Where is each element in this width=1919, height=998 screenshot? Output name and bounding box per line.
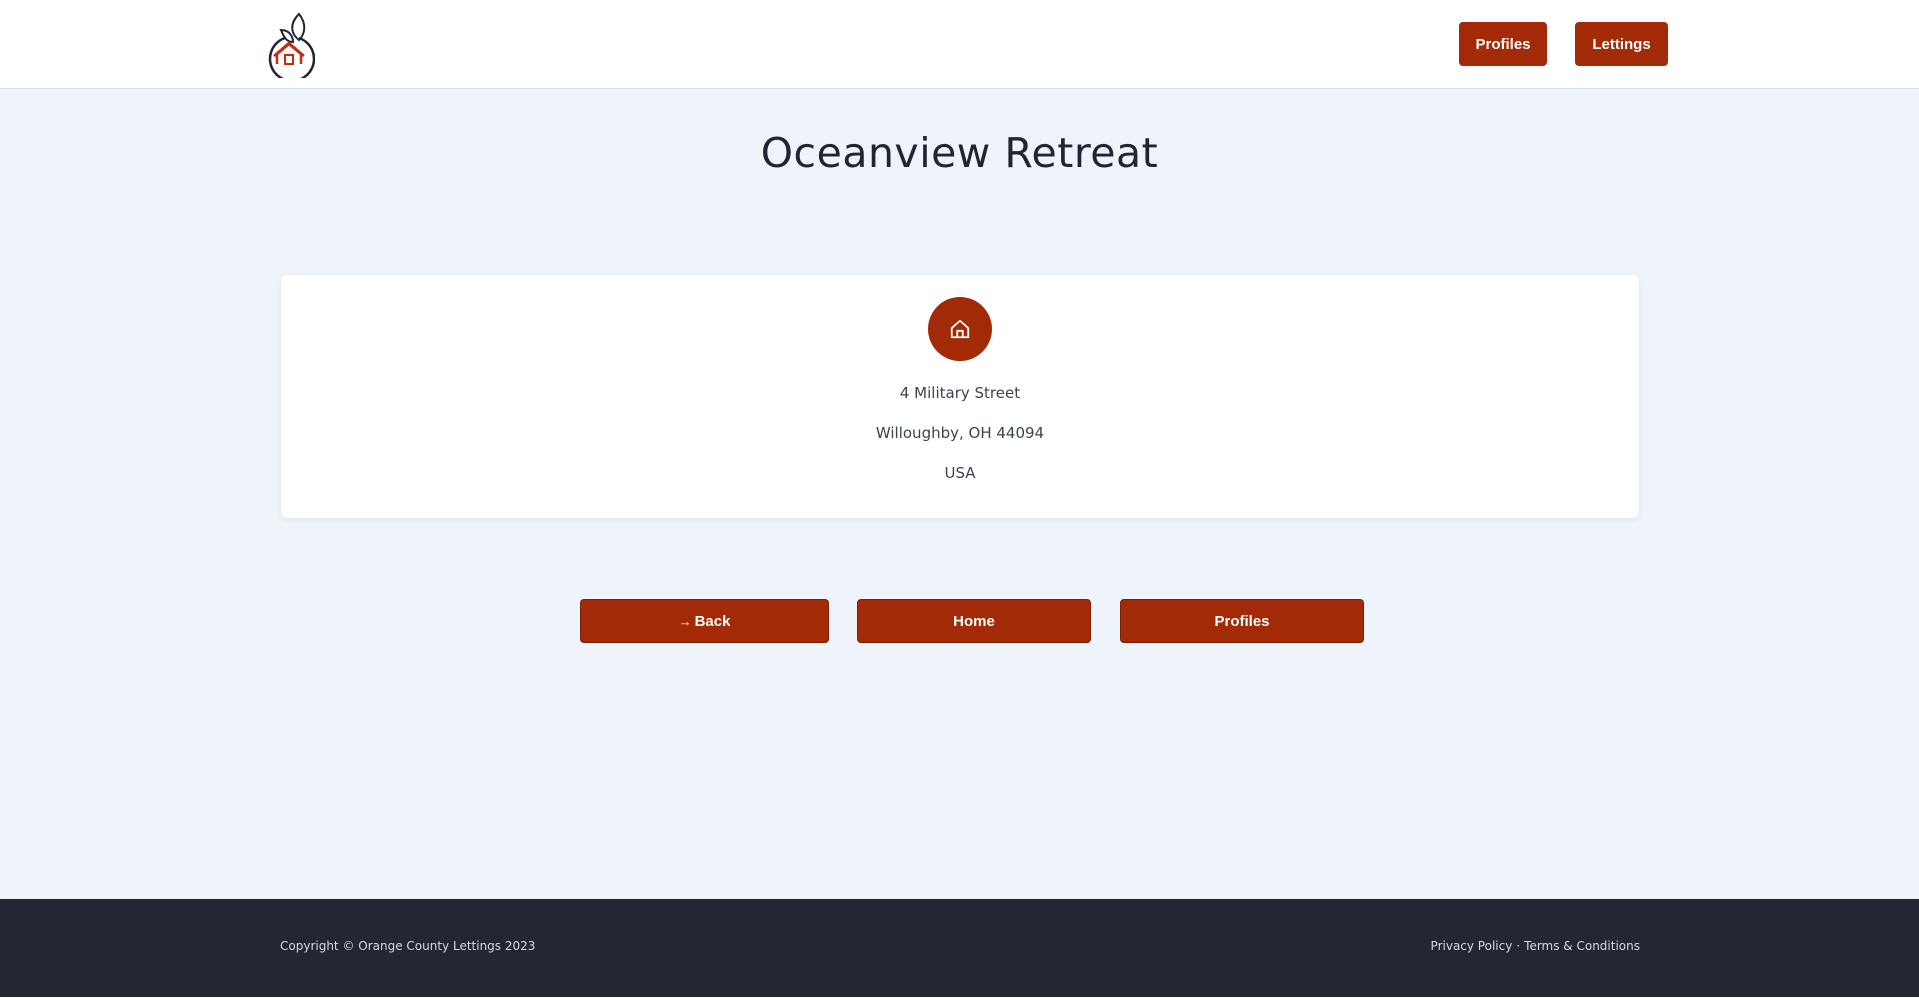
orange-house-logo-icon <box>268 12 316 83</box>
nav-profiles-button[interactable]: Profiles <box>1459 22 1547 66</box>
address-country: USA <box>944 464 976 482</box>
copyright-text: Copyright © Orange County Lettings 2023 <box>280 939 536 953</box>
privacy-policy-link[interactable]: Privacy Policy <box>1431 939 1513 953</box>
address-card: 4 Military Street Willoughby, OH 44094 U… <box>281 275 1639 518</box>
footer-links: Privacy Policy · Terms & Conditions <box>1431 939 1640 953</box>
home-icon-badge <box>928 297 992 361</box>
address-street: 4 Military Street <box>899 384 1021 402</box>
home-button[interactable]: Home <box>857 599 1091 643</box>
main-content: Oceanview Retreat 4 Military Street Will… <box>0 89 1919 899</box>
back-button[interactable]: → Back <box>580 599 829 643</box>
terms-conditions-link[interactable]: Terms & Conditions <box>1524 939 1640 953</box>
site-header: Profiles Lettings <box>0 0 1919 89</box>
site-logo-link[interactable] <box>263 10 316 83</box>
back-button-label: Back <box>694 612 731 630</box>
footer-separator: · <box>1516 939 1521 953</box>
arrow-right-icon: → <box>678 613 692 629</box>
address-city-state-zip: Willoughby, OH 44094 <box>875 424 1045 442</box>
page-title: Oceanview Retreat <box>760 129 1159 177</box>
site-footer: Copyright © Orange County Lettings 2023 … <box>0 899 1919 997</box>
home-icon <box>950 319 970 339</box>
nav-lettings-button[interactable]: Lettings <box>1575 22 1668 66</box>
profiles-button[interactable]: Profiles <box>1120 599 1364 643</box>
